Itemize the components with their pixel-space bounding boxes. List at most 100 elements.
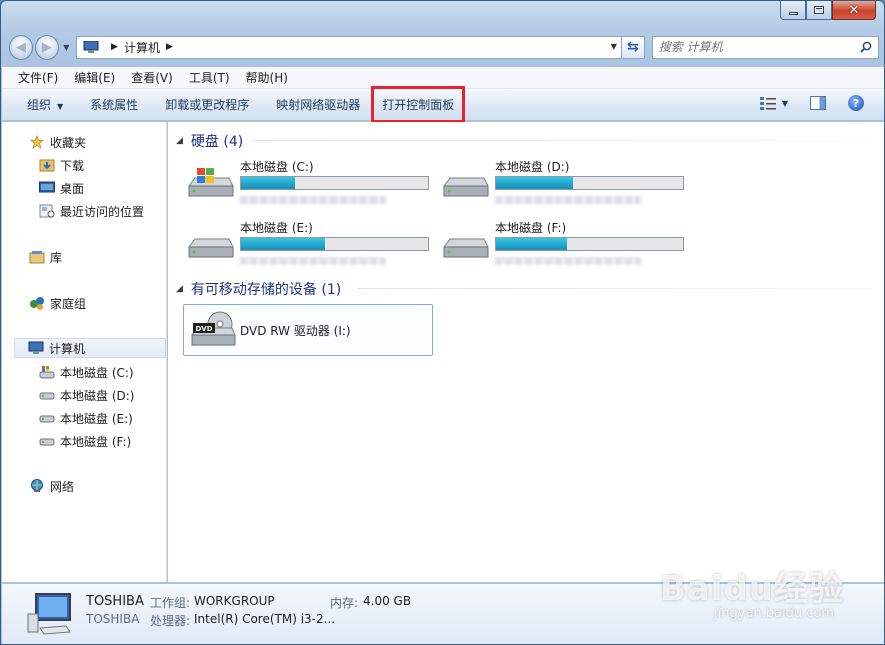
nav-drive-d-label: 本地磁盘 (D:) [60,388,135,403]
nav-downloads[interactable]: 下载 [39,155,84,175]
menu-tools[interactable]: 工具(T) [189,69,230,86]
nav-recent-places[interactable]: 最近访问的位置 [39,201,144,221]
breadcrumb-arrow-icon[interactable]: ▶ [111,42,118,52]
hard-disks-group-title: 硬盘 (4) [190,134,244,150]
network-icon [31,479,43,492]
nav-libraries-label: 库 [50,250,63,265]
breadcrumb-arrow-icon[interactable]: ▶ [166,42,173,52]
menu-edit[interactable]: 编辑(E) [74,69,115,86]
nav-homegroup-label: 家庭组 [50,296,87,311]
nav-desktop[interactable]: 桌面 [39,178,84,198]
collapse-triangle-icon: ◢ [176,284,183,294]
group-divider [253,140,873,141]
system-drive-icon [39,366,55,379]
downloads-folder-icon [39,159,55,172]
nav-drive-d[interactable]: 本地磁盘 (D:) [39,385,134,405]
maximize-icon [814,6,824,14]
command-bar: 组织 ▼ 系统属性 卸载或更改程序 映射网络驱动器 打开控制面板 ▼ ? [2,86,884,123]
watermark-url: jingyan.baidu.com [714,606,834,621]
nav-drive-c[interactable]: 本地磁盘 (C:) [39,362,134,382]
search-input[interactable] [658,40,859,54]
hard-drive-icon [39,438,55,446]
preview-pane-icon[interactable] [810,96,826,110]
drive-d-label: 本地磁盘 (D:) [495,160,570,174]
back-button[interactable]: ◀ [9,34,33,60]
workgroup-key: 工作组: [150,596,191,610]
recent-pages-dropdown[interactable]: ▼ [61,43,72,52]
breadcrumb-computer[interactable]: 计算机 [124,39,160,56]
nav-network[interactable]: 网络 [29,476,74,496]
drive-f-usage-fill [496,238,568,250]
nav-favorites-label: 收藏夹 [50,135,87,150]
memory-value: 4.00 GB [363,594,412,608]
hard-drive-icon [443,238,489,258]
refresh-button[interactable]: ⇆ [621,35,645,59]
forward-button[interactable]: ▶ [34,34,59,60]
close-button[interactable]: ✕ [832,1,876,20]
close-icon: ✕ [848,2,860,18]
watermark-logo: Baidu经验 [659,569,844,609]
navigation-pane: 收藏夹 下载 桌面 最近访问的位置 库 家庭组 计算机 本地磁盘 (C:) 本地… [2,122,167,582]
nav-homegroup[interactable]: 家庭组 [29,293,86,313]
system-drive-icon [188,168,234,197]
hard-disks-group-header[interactable]: ◢ 硬盘 (4) [176,131,243,151]
hard-drive-icon [39,415,55,423]
address-history-dropdown[interactable]: ▼ [611,42,617,51]
drive-c-usage-bar [240,176,429,190]
drive-e-usage-bar [240,237,429,251]
removable-group-title: 有可移动存储的设备 (1) [190,282,342,298]
nav-computer[interactable]: 计算机 [14,338,166,358]
map-network-drive-button[interactable]: 映射网络驱动器 [276,96,360,113]
dvd-drive-tile[interactable]: DVD DVD RW 驱动器 (I:) [183,304,433,356]
navigation-row: ◀ ▶ ▼ ▶ 计算机 ▶ ▼ ⇆ [9,33,879,61]
change-view-icon[interactable] [759,96,776,110]
help-icon[interactable]: ? [848,95,864,111]
address-bar[interactable]: ▶ 计算机 ▶ ▼ [76,35,622,59]
drive-e-blurred-space-text [240,257,386,265]
drive-tile-c[interactable]: 本地磁盘 (C:) [185,158,440,210]
nav-drive-f[interactable]: 本地磁盘 (F:) [39,431,131,451]
computer-icon [28,341,44,354]
dvd-drive-icon: DVD [191,311,236,346]
back-arrow-icon: ◀ [15,39,26,55]
recent-places-icon [39,204,55,218]
chevron-down-icon: ▼ [57,102,64,111]
drive-tile-e[interactable]: 本地磁盘 (E:) [185,219,440,271]
search-box[interactable] [651,35,879,59]
explorer-window: ✕ ◀ ▶ ▼ ▶ 计算机 ▶ ▼ ⇆ 文件(F) 编辑(E) 查看(V) 工具… [0,0,885,645]
nav-favorites[interactable]: 收藏夹 [29,132,86,152]
drive-e-label: 本地磁盘 (E:) [240,221,313,235]
maximize-button[interactable] [806,1,832,20]
drive-tile-d[interactable]: 本地磁盘 (D:) [440,158,695,210]
forward-arrow-icon: ▶ [41,39,52,55]
nav-network-label: 网络 [50,479,75,494]
organize-button[interactable]: 组织 ▼ [27,96,63,113]
hard-drive-icon [39,392,55,400]
menu-help[interactable]: 帮助(H) [246,69,288,86]
star-icon [29,135,45,149]
nav-libraries[interactable]: 库 [29,247,62,267]
drive-tile-f[interactable]: 本地磁盘 (F:) [440,219,695,271]
drive-e-usage-fill [241,238,326,250]
computer-name: TOSHIBA [86,594,144,609]
view-options-dropdown[interactable]: ▼ [782,99,788,108]
nav-desktop-label: 桌面 [60,181,85,196]
nav-drive-c-label: 本地磁盘 (C:) [60,365,134,380]
menu-file[interactable]: 文件(F) [18,69,58,86]
drive-f-label: 本地磁盘 (F:) [495,221,567,235]
organize-label: 组织 [27,98,52,112]
group-divider [358,288,873,289]
library-icon [29,251,45,264]
content-pane: ◢ 硬盘 (4) 本地磁盘 (C:) 本地磁盘 (D:) 本地磁盘 (E:) 本… [168,122,884,582]
minimize-button[interactable] [780,1,806,20]
open-control-panel-button[interactable]: 打开控制面板 [371,86,466,123]
homegroup-icon [30,297,44,310]
uninstall-program-button[interactable]: 卸载或更改程序 [165,96,249,113]
drive-d-usage-fill [496,177,573,189]
removable-group-header[interactable]: ◢ 有可移动存储的设备 (1) [176,279,341,299]
dvd-icon-text: DVD [195,325,212,333]
menu-view[interactable]: 查看(V) [131,69,173,86]
nav-drive-e[interactable]: 本地磁盘 (E:) [39,408,133,428]
hard-drive-icon [188,238,234,258]
system-properties-button[interactable]: 系统属性 [90,96,138,113]
